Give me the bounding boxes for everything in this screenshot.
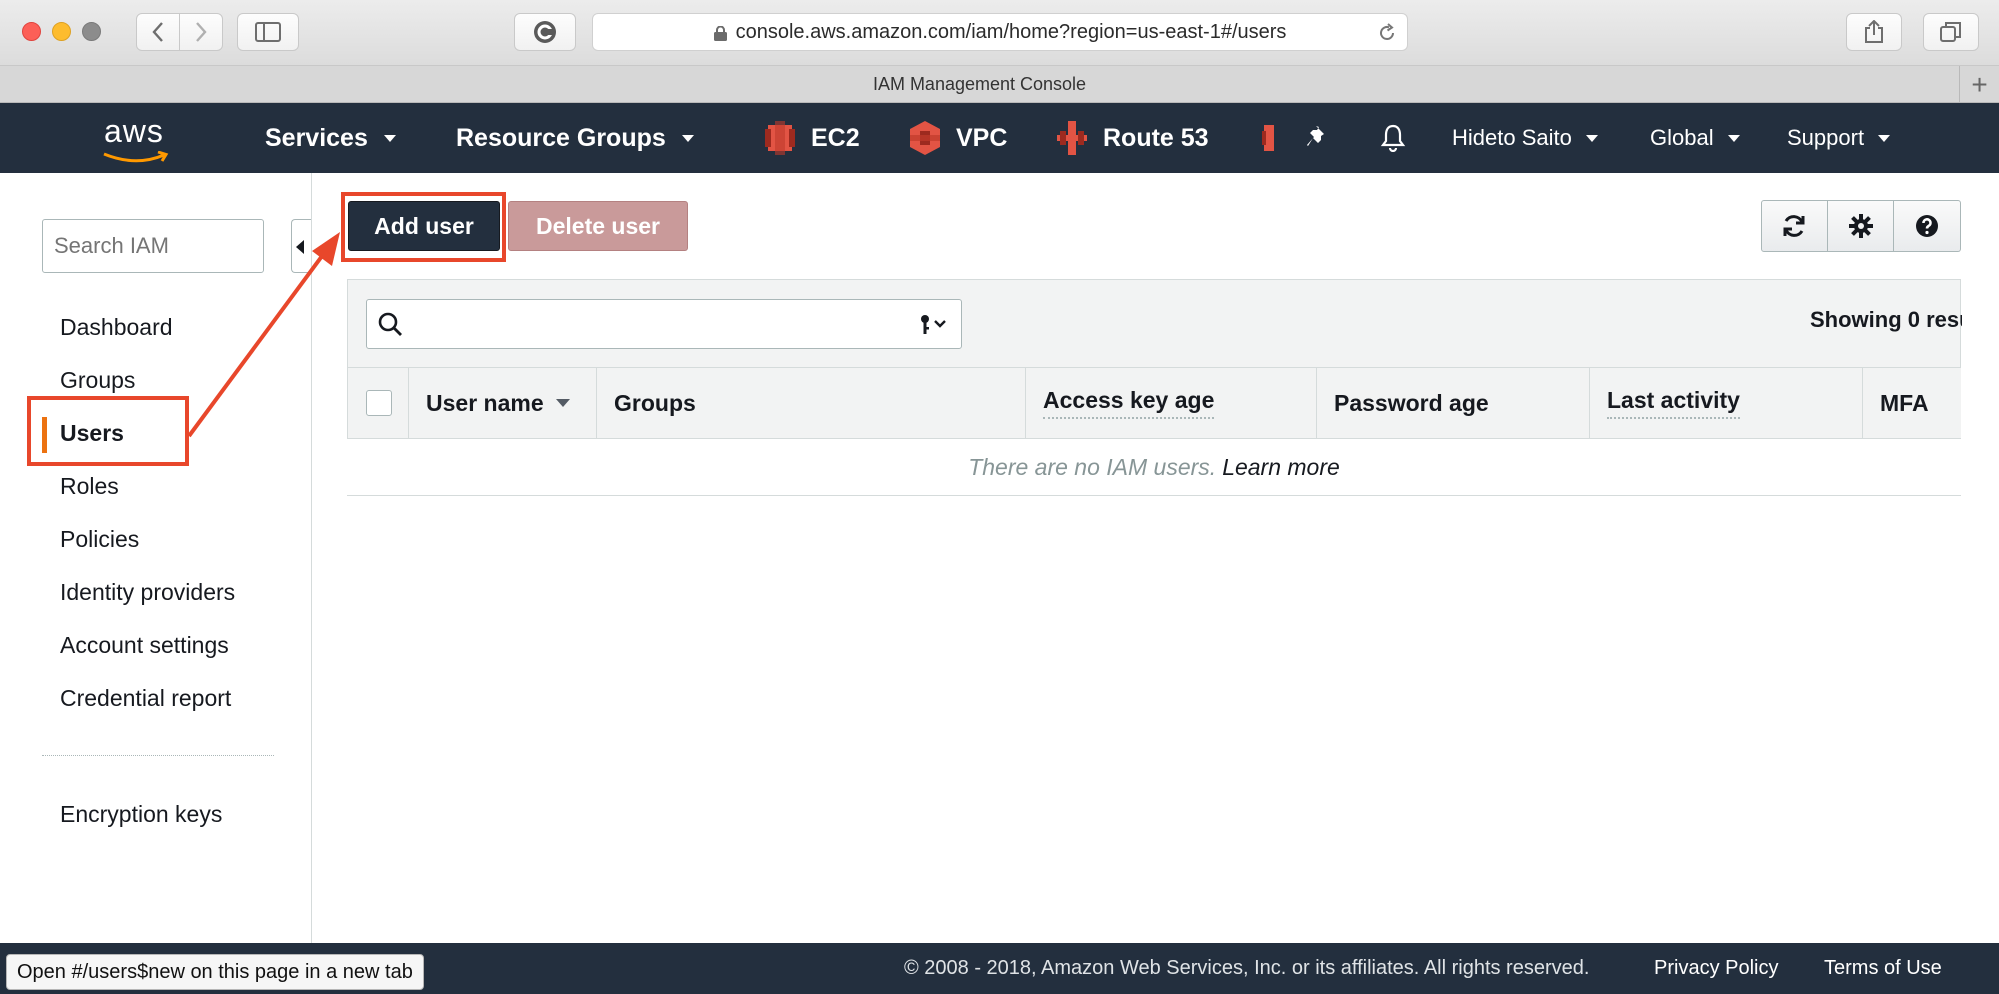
annotation-arrow-icon	[187, 232, 340, 438]
copyright-text: © 2008 - 2018, Amazon Web Services, Inc.…	[904, 957, 1590, 979]
link-status-popup: Open #/users$new on this page in a new t…	[6, 954, 424, 990]
terms-of-use-link[interactable]: Terms of Use	[1824, 957, 1942, 980]
iam-console-window: console.aws.amazon.com/iam/home?region=u…	[0, 0, 1999, 994]
privacy-policy-link[interactable]: Privacy Policy	[1654, 957, 1778, 980]
